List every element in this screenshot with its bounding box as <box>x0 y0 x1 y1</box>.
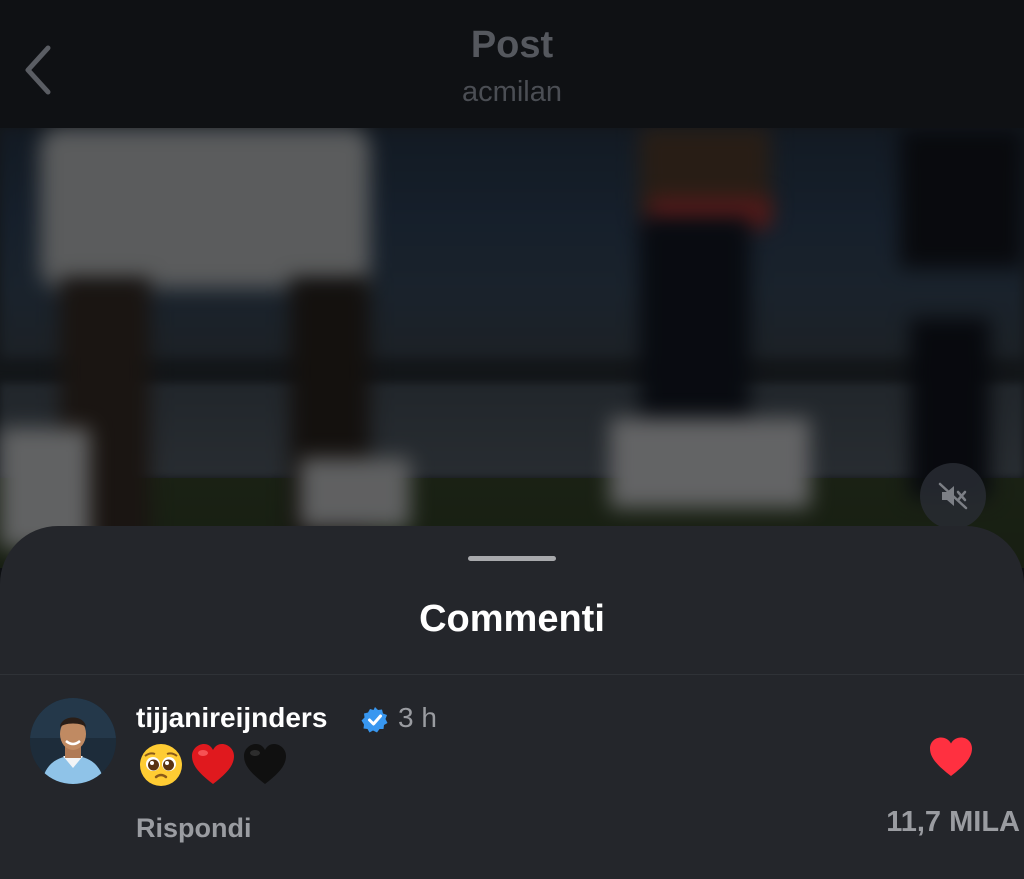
black-heart-icon <box>244 744 286 784</box>
avatar[interactable] <box>30 698 116 784</box>
reply-button[interactable]: Rispondi <box>136 813 252 844</box>
comments-sheet: Commenti tijjanireijnders 3 h Rispondi 1… <box>0 526 1024 879</box>
heart-icon <box>930 737 972 776</box>
red-heart-icon <box>192 744 234 784</box>
top-bar: Post acmilan <box>0 0 1024 128</box>
page-subtitle: acmilan <box>462 76 562 108</box>
like-button[interactable] <box>928 736 974 778</box>
verified-badge-icon <box>361 707 388 733</box>
page-title: Post <box>470 24 554 66</box>
muted-speaker-icon <box>938 482 968 510</box>
comment-username[interactable]: tijjanireijnders <box>136 702 327 734</box>
comments-title: Commenti <box>419 598 605 640</box>
sheet-drag-handle[interactable] <box>468 556 556 561</box>
pleading-face-icon <box>140 744 182 786</box>
mute-toggle-button[interactable] <box>920 463 986 529</box>
like-count: 11,7 MILA <box>886 806 1020 838</box>
divider <box>0 674 1024 675</box>
comment-time: 3 h <box>398 702 437 733</box>
post-video[interactable] <box>0 128 1024 568</box>
avatar-image <box>30 698 116 784</box>
